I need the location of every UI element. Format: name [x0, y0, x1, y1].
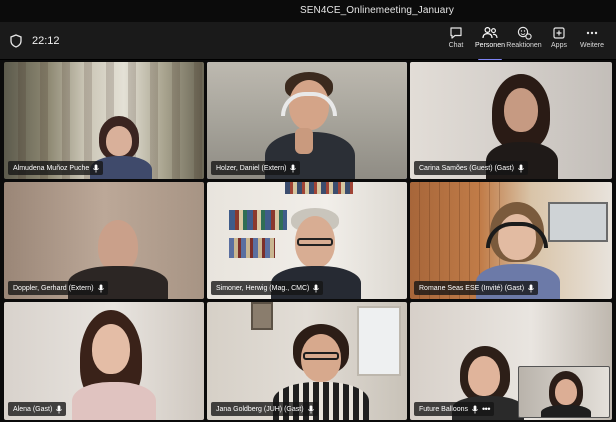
people-icon: [482, 26, 498, 39]
reactions-label: Reaktionen: [506, 42, 542, 49]
people-label: Personen: [475, 42, 505, 49]
participant-tile-4[interactable]: Doppler, Gerhard (Extern): [4, 182, 204, 299]
apps-button[interactable]: Apps: [548, 26, 570, 58]
meeting-timer: 22:12: [32, 35, 60, 47]
reactions-icon: [517, 26, 532, 40]
participant-tile-5[interactable]: Simoner, Herwig (Mag., CMC): [207, 182, 407, 299]
participant-name: Future Balloons: [419, 405, 469, 413]
participant-name: Jana Goldberg (JUH) (Gast): [216, 405, 304, 413]
more-label: Weitere: [580, 42, 604, 49]
bookshelf: [285, 182, 353, 194]
participant-tile-6[interactable]: Romane Seas ESE (Invité) (Gast): [410, 182, 612, 299]
apps-icon: [553, 27, 565, 39]
participant-name-tag: Romane Seas ESE (Invité) (Gast): [414, 281, 539, 295]
meeting-toolbar: 22:12 Chat Personen Reaktionen Apps Weit…: [0, 22, 616, 61]
participant-name-tag: Simoner, Herwig (Mag., CMC): [211, 281, 324, 295]
apps-label: Apps: [551, 42, 567, 49]
more-options-icon[interactable]: •••: [482, 404, 490, 414]
participant-tile-8[interactable]: Jana Goldberg (JUH) (Gast): [207, 302, 407, 420]
more-button[interactable]: Weitere: [578, 26, 606, 58]
participant-name-tag: Future Balloons •••: [414, 402, 494, 416]
more-icon: [586, 31, 598, 35]
participant-name: Alena (Gast): [13, 405, 53, 413]
bookshelf: [229, 238, 275, 258]
participant-name-tag: Doppler, Gerhard (Extern): [8, 281, 108, 295]
participant-name: Doppler, Gerhard (Extern): [13, 284, 94, 292]
participant-tile-1[interactable]: Almudena Muñoz Puche: [4, 62, 204, 179]
shield-icon[interactable]: [10, 34, 22, 48]
self-view-video[interactable]: [518, 366, 610, 418]
participant-name: Romane Seas ESE (Invité) (Gast): [419, 284, 525, 292]
microphone-icon: [56, 405, 63, 413]
reactions-button[interactable]: Reaktionen: [506, 26, 542, 58]
participant-tile-7[interactable]: Alena (Gast): [4, 302, 204, 420]
participant-name-tag: Jana Goldberg (JUH) (Gast): [211, 402, 318, 416]
participant-name: Holzer, Daniel (Extern): [216, 164, 287, 172]
participant-tile-9[interactable]: Future Balloons •••: [410, 302, 612, 420]
video-grid: Almudena Muñoz Puche Holzer, Daniel (Ext…: [0, 60, 616, 422]
chat-icon: [450, 27, 462, 39]
participant-name: Simoner, Herwig (Mag., CMC): [216, 284, 310, 292]
microphone-icon: [93, 164, 100, 172]
microphone-icon: [97, 284, 104, 292]
microphone-icon: [313, 284, 320, 292]
participant-name-tag: Almudena Muñoz Puche: [8, 161, 104, 175]
participant-tile-3[interactable]: Carina Samões (Guest) (Gast): [410, 62, 612, 179]
people-button[interactable]: Personen: [474, 26, 506, 61]
microphone-icon: [472, 405, 478, 413]
chat-label: Chat: [448, 42, 464, 49]
participant-name-tag: Alena (Gast): [8, 402, 67, 416]
microphone-icon: [290, 164, 297, 172]
participant-name-tag: Carina Samões (Guest) (Gast): [414, 161, 528, 175]
participant-name-tag: Holzer, Daniel (Extern): [211, 161, 301, 175]
microphone-icon: [307, 405, 314, 413]
title-bar: SEN4CE_Onlinemeeting_January: [0, 0, 616, 22]
participant-name: Almudena Muñoz Puche: [13, 164, 90, 172]
participant-tile-2[interactable]: Holzer, Daniel (Extern): [207, 62, 407, 179]
participant-video: [66, 310, 160, 420]
picture-frame: [251, 302, 273, 330]
microphone-icon: [518, 164, 524, 172]
chat-button[interactable]: Chat: [444, 26, 468, 58]
window-title: SEN4CE_Onlinemeeting_January: [300, 5, 454, 16]
participant-name: Carina Samões (Guest) (Gast): [419, 164, 514, 172]
microphone-icon: [528, 284, 534, 292]
